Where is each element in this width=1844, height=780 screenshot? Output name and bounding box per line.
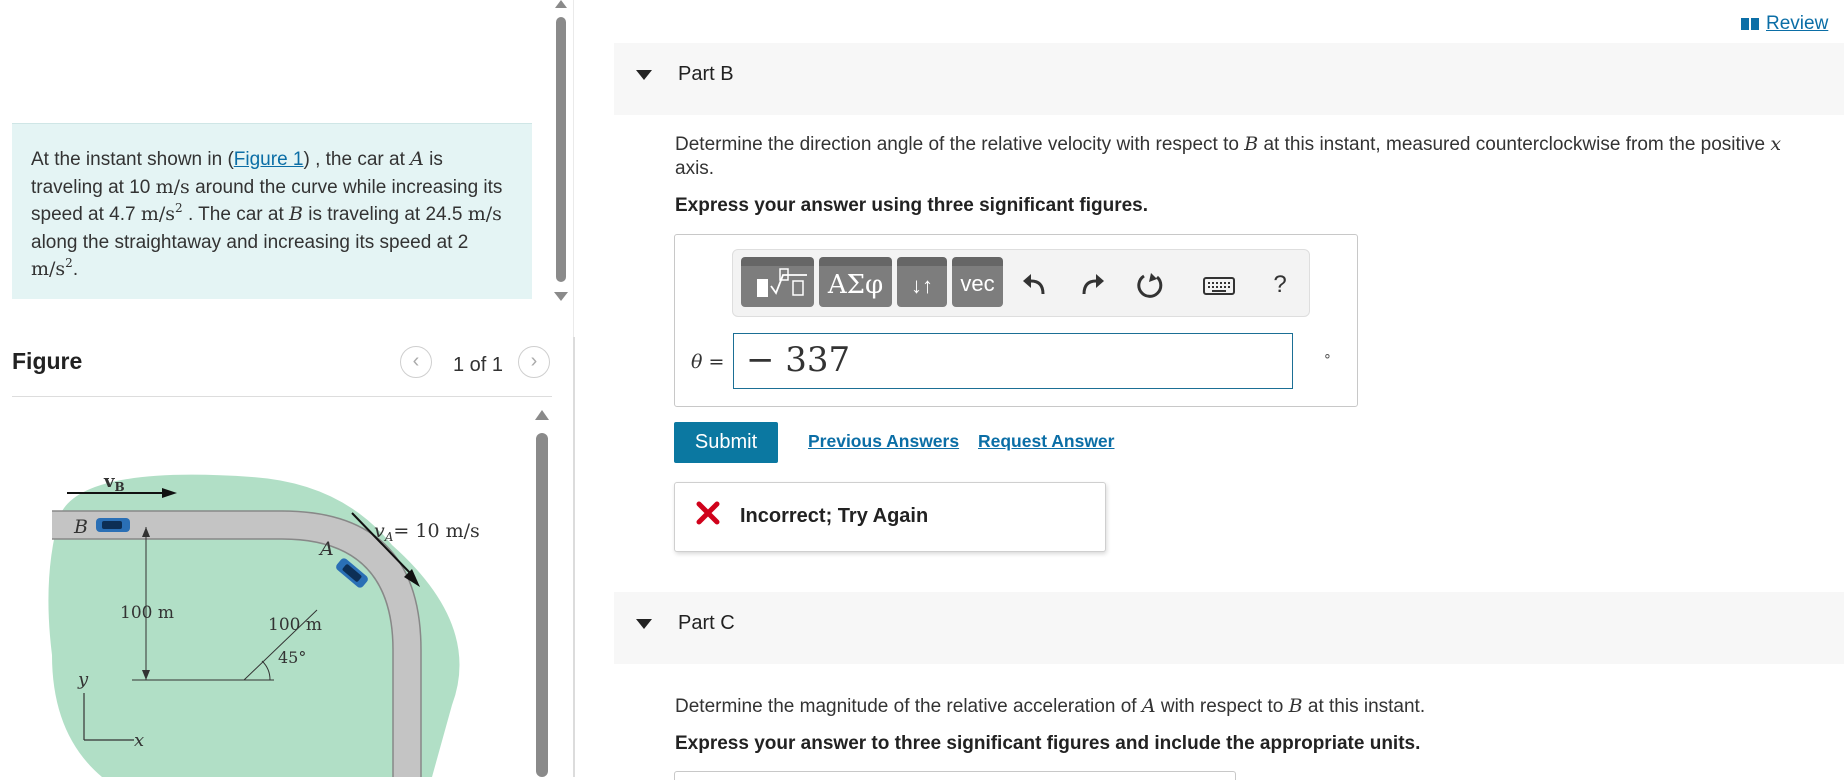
figure-counter: 1 of 1 [453, 354, 504, 376]
unit-ms2-2: m/s2 [31, 256, 73, 280]
previous-answers-link[interactable]: Previous Answers [808, 431, 959, 452]
theta-label: θ = [691, 351, 725, 373]
part-c-question: Determine the magnitude of the relative … [675, 695, 1426, 717]
figure-link[interactable]: Figure 1 [234, 149, 304, 170]
figure-image: vB vA= 10 m/s B A 100 m 100 m 45° y x [12, 405, 552, 777]
problem-text-2: ) , the car at [303, 149, 411, 170]
figure-header: Figure ‹ 1 of 1 › [12, 346, 552, 397]
answer-input[interactable]: − 337 [733, 333, 1293, 389]
part-c-title: Part C [678, 612, 735, 634]
request-answer-link[interactable]: Request Answer [978, 431, 1114, 452]
scroll-down-arrow[interactable] [554, 292, 568, 301]
car-b-symbol: B [289, 203, 303, 225]
submit-button[interactable]: Submit [674, 422, 778, 463]
question-x-symbol: x [1770, 133, 1782, 155]
part-b-instruction: Express your answer using three signific… [675, 195, 1149, 216]
problem-text-1: At the instant shown in ( [31, 149, 234, 170]
greek-symbols-button[interactable]: ΑΣφ [819, 257, 892, 307]
help-icon[interactable]: ? [1265, 270, 1295, 300]
question-b-symbol: B [1244, 133, 1259, 155]
reset-icon[interactable] [1135, 270, 1165, 300]
problem-text-8: . [72, 259, 79, 280]
car-b-window [102, 521, 122, 529]
part-b-question: Determine the direction angle of the rel… [675, 133, 1782, 179]
y-axis-label: y [77, 669, 89, 690]
problem-text-5: . The car at [182, 204, 289, 225]
chevron-left-icon: ‹ [412, 350, 420, 372]
problem-scrollbar[interactable] [554, 0, 568, 301]
chevron-right-icon: › [530, 350, 538, 372]
angle-label: 45° [278, 648, 306, 667]
problem-statement: At the instant shown in (Figure 1) , the… [12, 123, 532, 299]
dist1-label: 100 m [120, 603, 174, 623]
problem-text-7: along the straightaway and increasing it… [31, 231, 469, 253]
x-axis-label: x [134, 730, 144, 751]
fraction-root-icon [757, 268, 807, 297]
review-label[interactable]: Review [1766, 13, 1828, 34]
part-c-instruction: Express your answer to three significant… [675, 733, 1421, 754]
pane-divider-top [573, 0, 574, 337]
collapse-caret-icon[interactable] [636, 619, 652, 629]
problem-text-6: is traveling at 24.5 [302, 204, 468, 225]
dist2-label: 100 m [268, 615, 322, 635]
pane-divider[interactable] [573, 337, 575, 777]
unit-ms-2: m/s [467, 203, 502, 225]
part-c-header[interactable]: Part C [614, 592, 1844, 664]
part-b-header[interactable]: Part B [614, 43, 1844, 115]
question-a-symbol: A [1141, 695, 1156, 717]
va-label: vA= 10 m/s [374, 520, 480, 544]
feedback-box: Incorrect; Try Again [674, 482, 1106, 552]
problem-scrollbar-thumb[interactable] [556, 17, 566, 282]
answer-box: ΑΣφ ↓↑ vec ? θ = − 337 ∘ [674, 234, 1358, 407]
scroll-up-arrow[interactable] [555, 0, 567, 8]
figure-title: Figure [12, 348, 83, 374]
part-c-answer-box [674, 771, 1236, 780]
undo-icon[interactable] [1019, 270, 1049, 300]
arrows-button[interactable]: ↓↑ [897, 257, 947, 307]
road-diagram: vB vA= 10 m/s B A 100 m 100 m 45° y x [48, 471, 480, 777]
degree-unit: ∘ [1323, 347, 1332, 363]
math-toolbar: ΑΣφ ↓↑ vec ? [732, 249, 1310, 317]
figure-next-button[interactable]: › [518, 346, 550, 378]
book-icon [1740, 15, 1760, 37]
part-b-title: Part B [678, 63, 734, 85]
review-link[interactable]: Review [1740, 13, 1828, 37]
left-pane: At the instant shown in (Figure 1) , the… [0, 0, 568, 777]
unit-ms2-1: m/s2 [140, 201, 183, 225]
keyboard-icon[interactable] [1201, 270, 1237, 300]
figure-prev-button[interactable]: ‹ [400, 346, 432, 378]
unit-ms-1: m/s [155, 175, 190, 198]
error-x-icon [695, 500, 721, 526]
b-label: B [73, 516, 88, 538]
vector-button[interactable]: vec [952, 257, 1003, 307]
question-b-symbol: B [1288, 695, 1303, 717]
template-button[interactable] [741, 257, 814, 307]
collapse-caret-icon[interactable] [636, 70, 652, 80]
car-a-symbol: A [410, 148, 424, 170]
feedback-text: Incorrect; Try Again [740, 505, 929, 527]
a-label: A [318, 538, 334, 560]
redo-icon[interactable] [1078, 270, 1108, 300]
vb-label: vB [103, 471, 125, 494]
